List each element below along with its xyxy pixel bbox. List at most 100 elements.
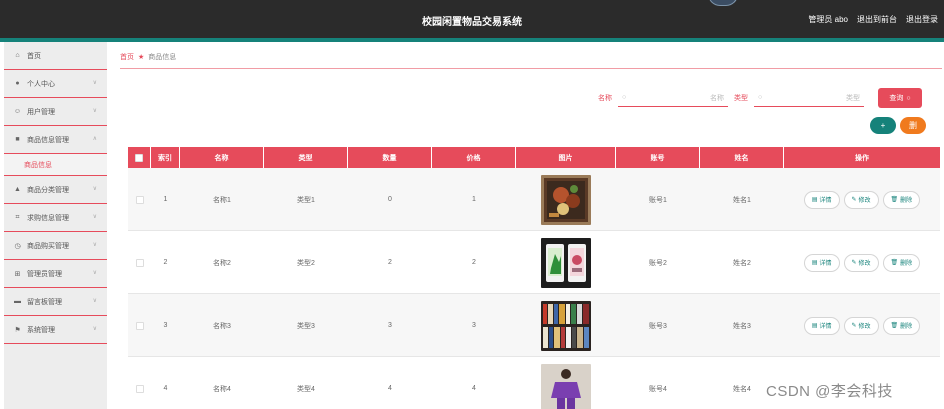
delete-button[interactable]: 🗑 删除 <box>882 316 921 335</box>
operation-cell: ▤ 详情 ✎ 修改 🗑 删除 <box>784 168 940 231</box>
account-cell: 账号2 <box>649 259 667 267</box>
sidebar-item-goods[interactable]: ■ 商品信息管理 ∧ <box>4 126 107 154</box>
column-header: 账号 <box>616 147 700 168</box>
back-to-front-link[interactable]: 退出到前台 <box>857 14 897 25</box>
column-header: 操作 <box>855 154 869 162</box>
select-all-checkbox[interactable] <box>135 153 143 162</box>
sidebar-item-category[interactable]: ▲ 商品分类管理 ∨ <box>4 176 107 204</box>
table-header: 索引 名称 类型 数量 价格 图片 账号 姓名 操作 <box>128 147 940 168</box>
search-icon: ○ <box>906 94 911 102</box>
table-row: 1 名称1 类型1 0 1 账号1 姓名1 ▤ 详情 ✎ 修改 🗑 删除 <box>128 168 940 231</box>
product-image-clothing <box>541 363 591 409</box>
add-button[interactable]: + <box>870 117 896 134</box>
operation-buttons: ▤ 详情 ✎ 修改 🗑 删除 <box>803 253 921 272</box>
price-cell: 3 <box>472 322 476 329</box>
document-icon: ▤ <box>811 197 818 203</box>
name-cell: 名称1 <box>213 196 231 204</box>
detail-button[interactable]: ▤ 详情 <box>803 316 840 335</box>
edit-button[interactable]: ✎ 修改 <box>843 316 879 335</box>
sidebar-item-wanted[interactable]: ⌗ 求购信息管理 ∨ <box>4 204 107 232</box>
index-cell: 4 <box>163 385 168 392</box>
batch-delete-button[interactable]: 删 <box>900 117 926 134</box>
document-icon: ▤ <box>811 323 818 329</box>
board-icon: ▬ <box>14 298 21 305</box>
chevron-down-icon: ∨ <box>92 214 97 220</box>
column-header: 索引 <box>151 147 180 168</box>
sidebar-item-users[interactable]: ☺ 用户管理 ∨ <box>4 98 107 126</box>
price-cell: 2 <box>472 259 476 266</box>
sidebar-item-admins[interactable]: ⊞ 管理员管理 ∨ <box>4 260 107 288</box>
search-icon: ○ <box>622 94 627 101</box>
table-row: 3 名称3 类型3 3 3 账号3 姓名3 ▤ 详情 ✎ 修改 🗑 删除 <box>128 294 940 357</box>
column-header: 类型 <box>264 147 348 168</box>
row-checkbox[interactable] <box>135 195 144 204</box>
breadcrumb-home[interactable]: 首页 <box>120 52 134 62</box>
quantity-cell: 0 <box>388 196 392 203</box>
search-icon: ○ <box>758 94 763 101</box>
type-cell: 类型1 <box>297 196 315 204</box>
trash-icon: 🗑 <box>890 260 899 266</box>
person-name-cell: 姓名2 <box>733 259 751 267</box>
delete-button[interactable]: 🗑 删除 <box>882 253 921 272</box>
edit-button[interactable]: ✎ 修改 <box>843 253 879 272</box>
type-placeholder: 类型 <box>846 94 860 102</box>
delete-label: 删除 <box>900 324 913 330</box>
delete-button[interactable]: 🗑 删除 <box>882 190 921 209</box>
person-icon: ● <box>15 80 20 87</box>
person-name-cell: 姓名3 <box>733 322 751 330</box>
chevron-down-icon: ∨ <box>92 186 97 192</box>
query-button[interactable]: 查询 ○ <box>878 88 922 108</box>
name-search-input[interactable]: ○ 名称 <box>618 89 728 107</box>
detail-button[interactable]: ▤ 详情 <box>803 190 840 209</box>
account-cell: 账号1 <box>649 196 667 204</box>
edit-label: 修改 <box>858 261 871 267</box>
detail-label: 详情 <box>819 324 832 330</box>
account-cell: 账号4 <box>649 385 667 393</box>
account-cell: 账号3 <box>649 322 667 330</box>
operation-cell: ▤ 详情 ✎ 修改 🗑 删除 <box>784 294 940 357</box>
search-bar: 名称 ○ 名称 类型 ○ 类型 查询 ○ <box>598 88 922 108</box>
product-image-phones <box>541 237 591 288</box>
sidebar-item-messages[interactable]: ▬ 留言板管理 ∨ <box>4 288 107 316</box>
query-button-label: 查询 <box>889 95 904 102</box>
edit-button[interactable]: ✎ 修改 <box>843 190 879 209</box>
row-checkbox[interactable] <box>135 258 144 267</box>
logout-link[interactable]: 退出登录 <box>906 14 938 25</box>
name-cell: 名称4 <box>213 385 231 393</box>
sidebar-item-purchase[interactable]: ◷ 商品购买管理 ∨ <box>4 232 107 260</box>
top-right-links: 管理员 abo 退出到前台 退出登录 <box>808 14 938 25</box>
quantity-cell: 4 <box>388 385 392 392</box>
row-checkbox[interactable] <box>135 321 144 330</box>
detail-label: 详情 <box>819 198 832 204</box>
product-image-books <box>541 300 591 351</box>
grid-icon: ■ <box>15 136 20 143</box>
sidebar-item-profile[interactable]: ● 个人中心 ∨ <box>4 70 107 98</box>
sidebar-item-home[interactable]: ⌂ 首页 <box>4 42 107 70</box>
select-all-cell <box>128 147 151 168</box>
clock-icon: ◷ <box>14 242 21 250</box>
row-checkbox[interactable] <box>135 384 144 393</box>
column-header: 图片 <box>516 147 616 168</box>
quantity-cell: 3 <box>388 322 392 329</box>
product-image-food <box>541 174 591 225</box>
row-checkbox-cell <box>128 231 151 294</box>
type-search-input[interactable]: ○ 类型 <box>754 89 864 107</box>
operation-buttons: ▤ 详情 ✎ 修改 🗑 删除 <box>803 190 921 209</box>
operation-buttons: ▤ 详情 ✎ 修改 🗑 删除 <box>803 316 921 335</box>
sidebar-item-system[interactable]: ⚑ 系统管理 ∨ <box>4 316 107 344</box>
sidebar: ⌂ 首页 ● 个人中心 ∨ ☺ 用户管理 ∨ ■ 商品信息管理 ∧ 商品信息 ▲… <box>4 42 107 409</box>
sidebar-subitem-goods-info[interactable]: 商品信息 <box>4 154 107 176</box>
column-header: 价格 <box>432 147 516 168</box>
sidebar-item-label: 用户管理 <box>27 108 55 116</box>
index-cell: 1 <box>163 196 168 203</box>
chevron-down-icon: ∨ <box>92 80 97 86</box>
index-cell: 3 <box>163 322 168 329</box>
edit-label: 修改 <box>858 324 871 330</box>
table-row: 2 名称2 类型2 2 2 账号2 姓名2 ▤ 详情 ✎ 修改 🗑 删除 <box>128 231 940 294</box>
breadcrumb-current: 商品信息 <box>148 54 177 61</box>
app-title: 校园闲置物品交易系统 <box>422 17 522 28</box>
detail-button[interactable]: ▤ 详情 <box>803 253 840 272</box>
name-placeholder: 名称 <box>710 94 724 102</box>
chevron-down-icon: ∨ <box>92 242 97 248</box>
pencil-icon: ✎ <box>851 197 857 203</box>
